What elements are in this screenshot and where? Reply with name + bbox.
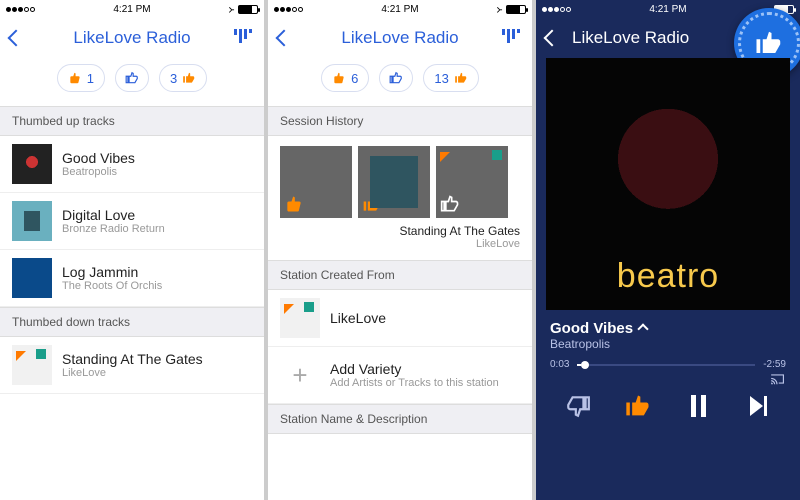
now-title[interactable]: Good Vibes	[550, 320, 786, 337]
thumbs-up-count[interactable]: 3	[159, 64, 207, 92]
cast-icon[interactable]	[768, 372, 786, 386]
album-art	[280, 298, 320, 338]
album-brand: beatro	[617, 257, 719, 296]
history-cover[interactable]	[280, 146, 352, 218]
thumbs-up-count[interactable]: 13	[423, 64, 478, 92]
page-title: LikeLove Radio	[0, 28, 264, 48]
section-thumbed-up: Thumbed up tracks	[0, 106, 264, 136]
status-bar: 4:21 PM ᚛	[268, 0, 532, 18]
status-time: 4:21 PM	[268, 4, 532, 15]
battery-icon	[238, 5, 258, 14]
now-artist: Beatropolis	[550, 337, 786, 351]
thumbs-down-count[interactable]: 1	[57, 64, 105, 92]
next-button[interactable]	[740, 388, 776, 424]
section-name-desc: Station Name & Description	[268, 404, 532, 434]
status-time: 4:21 PM	[0, 4, 264, 15]
thumb-down-button[interactable]	[560, 388, 596, 424]
track-row[interactable]: Log JamminThe Roots Of Orchis	[0, 250, 264, 307]
track-row[interactable]: Good VibesBeatropolis	[0, 136, 264, 193]
thumb-up-button[interactable]	[620, 388, 656, 424]
thumb-up-icon	[362, 194, 382, 214]
seed-row[interactable]: LikeLove	[268, 290, 532, 347]
history-cover[interactable]	[436, 146, 508, 218]
battery-icon	[506, 5, 526, 14]
track-row[interactable]: Digital LoveBronze Radio Return	[0, 193, 264, 250]
section-created-from: Station Created From	[268, 260, 532, 290]
now-playing-art[interactable]: beatro	[546, 58, 790, 310]
nav-bar: LikeLove Radio	[268, 18, 532, 58]
section-session-history: Session History	[268, 106, 532, 136]
section-thumbed-down: Thumbed down tracks	[0, 307, 264, 337]
album-art	[12, 345, 52, 385]
time-elapsed: 0:03	[550, 359, 569, 370]
thumb-up-icon	[125, 71, 139, 85]
thumb-up-icon	[454, 71, 468, 85]
history-cover[interactable]	[358, 146, 430, 218]
thumb-down-icon	[332, 71, 346, 85]
track-row[interactable]: Standing At The GatesLikeLove	[0, 337, 264, 394]
thumb-up-icon	[389, 71, 403, 85]
progress-bar[interactable]: 0:03 -2:59	[536, 353, 800, 376]
nav-bar: LikeLove Radio	[0, 18, 264, 58]
thumbs-up-main[interactable]	[115, 64, 149, 92]
thumb-down-icon	[68, 71, 82, 85]
thumbs-down-count[interactable]: 6	[321, 64, 369, 92]
album-art	[12, 144, 52, 184]
history-caption: Standing At The Gates LikeLove	[268, 222, 532, 260]
time-remaining: -2:59	[763, 359, 786, 370]
plus-icon: +	[280, 355, 320, 395]
thumbs-up-main[interactable]	[379, 64, 413, 92]
pause-button[interactable]	[680, 388, 716, 424]
album-art	[12, 201, 52, 241]
thumb-up-icon	[754, 28, 784, 58]
session-history[interactable]	[268, 136, 532, 222]
chevron-up-icon	[637, 323, 648, 334]
thumb-down-icon	[284, 194, 304, 214]
thumb-up-outline-icon	[440, 194, 460, 214]
status-bar: 4:21 PM ᚛	[0, 0, 264, 18]
page-title: LikeLove Radio	[268, 28, 532, 48]
thumb-up-icon	[182, 71, 196, 85]
add-variety-row[interactable]: + Add VarietyAdd Artists or Tracks to th…	[268, 347, 532, 404]
album-art	[12, 258, 52, 298]
